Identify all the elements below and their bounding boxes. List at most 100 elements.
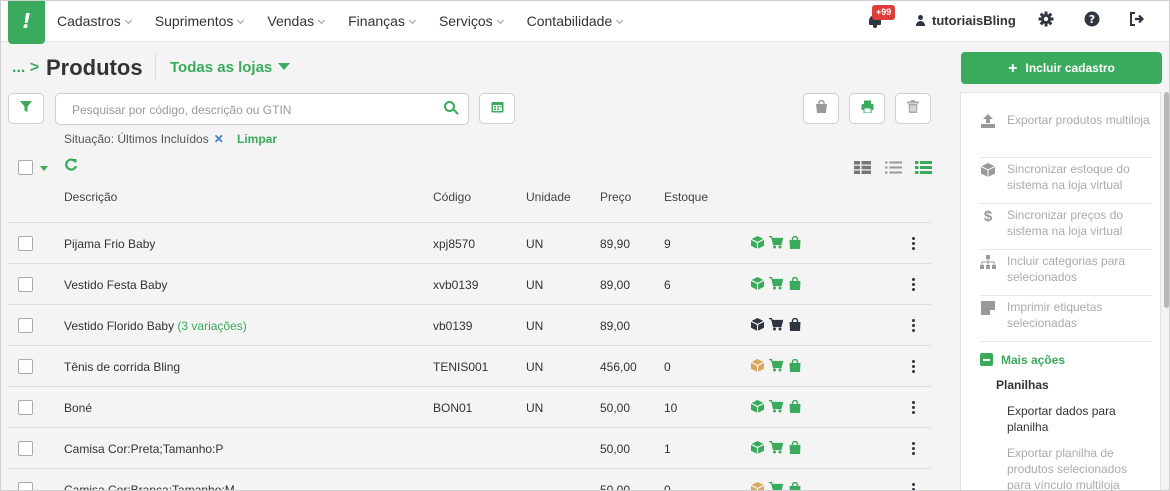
menu-contabilidade[interactable]: Contabilidade [527, 1, 624, 41]
select-all-checkbox[interactable] [18, 160, 33, 175]
shopping-bag-icon[interactable] [789, 276, 801, 290]
product-description[interactable]: Vestido Florido Baby (3 variações) [64, 319, 247, 333]
plus-icon: + [1008, 60, 1018, 77]
cart-icon[interactable] [769, 399, 784, 413]
column-header-description[interactable]: Descrição [64, 190, 117, 204]
calendar-button[interactable] [479, 93, 515, 124]
box-icon[interactable] [750, 359, 765, 372]
more-options-icon[interactable] [912, 483, 915, 490]
row-checkbox[interactable] [18, 236, 33, 251]
table-row[interactable]: Pijama Frio Baby xpj8570 UN 89,90 9 [7, 223, 931, 264]
search-icon[interactable] [444, 101, 459, 115]
cart-icon[interactable] [769, 317, 784, 331]
user-icon [915, 15, 926, 26]
product-price: 89,00 [600, 278, 631, 292]
breadcrumb[interactable]: ... > [12, 59, 39, 77]
product-description[interactable]: Tênis de corrida Bling [64, 360, 180, 374]
shopping-bag-button[interactable] [803, 93, 839, 124]
product-description[interactable]: Pijama Frio Baby [64, 237, 155, 251]
refresh-icon[interactable] [64, 158, 78, 177]
shopping-bag-icon[interactable] [789, 358, 801, 372]
grid-view-icon[interactable] [854, 161, 872, 175]
box-icon[interactable] [750, 236, 765, 249]
add-record-button[interactable]: + Incluir cadastro [961, 52, 1162, 84]
table-row[interactable]: Vestido Festa Baby xvb0139 UN 89,00 6 [7, 264, 931, 305]
cart-icon[interactable] [769, 235, 784, 249]
more-options-icon[interactable] [912, 237, 915, 250]
box-icon[interactable] [750, 277, 765, 290]
panel-scrollbar[interactable] [1164, 92, 1169, 308]
product-description[interactable]: Boné [64, 401, 92, 415]
menu-financas[interactable]: Finanças [348, 1, 416, 41]
row-checkbox[interactable] [18, 441, 33, 456]
shopping-bag-icon[interactable] [789, 235, 801, 249]
shopping-bag-icon[interactable] [789, 481, 801, 490]
more-options-icon[interactable] [912, 360, 915, 373]
clear-filter-link[interactable]: Limpar [237, 132, 277, 146]
column-header-unit[interactable]: Unidade [526, 190, 571, 204]
store-filter-dropdown[interactable]: Todas as lojas [170, 59, 291, 76]
table-row[interactable]: Boné BON01 UN 50,00 10 [7, 387, 931, 428]
more-actions-toggle[interactable]: Mais ações [980, 351, 1065, 367]
logout-icon[interactable] [1128, 11, 1146, 31]
action-sync-prices[interactable]: $ Sincronizar preços do sistema na loja … [980, 204, 1152, 250]
action-export-multistore[interactable]: Exportar produtos multiloja [980, 112, 1152, 158]
shopping-bag-icon[interactable] [789, 399, 801, 413]
box-icon[interactable] [750, 400, 765, 413]
action-print-labels[interactable]: Imprimir etiquetas selecionadas [980, 296, 1152, 342]
box-icon[interactable] [750, 318, 765, 331]
more-options-icon[interactable] [912, 401, 915, 414]
gear-icon[interactable] [1037, 11, 1055, 31]
help-icon[interactable]: ? [1083, 11, 1101, 31]
cart-icon[interactable] [769, 358, 784, 372]
menu-servicos[interactable]: Serviços [439, 1, 504, 41]
product-description[interactable]: Camisa Cor:Branca;Tamanho:M [64, 483, 235, 490]
column-header-stock[interactable]: Estoque [664, 190, 708, 204]
more-options-icon[interactable] [912, 442, 915, 455]
close-icon[interactable]: ✕ [214, 132, 224, 146]
chevron-down-icon [496, 16, 504, 25]
cart-icon[interactable] [769, 440, 784, 454]
product-code: BON01 [433, 401, 473, 415]
search-input[interactable]: Pesquisar por código, descrição ou GTIN [55, 93, 469, 125]
product-description[interactable]: Vestido Festa Baby [64, 278, 167, 292]
product-code: xpj8570 [433, 237, 476, 251]
delete-button[interactable] [895, 93, 931, 124]
row-checkbox[interactable] [18, 318, 33, 333]
row-checkbox[interactable] [18, 359, 33, 374]
export-sheet-link[interactable]: Exportar dados para planilha [1007, 403, 1147, 435]
shopping-bag-icon[interactable] [789, 317, 801, 331]
column-header-code[interactable]: Código [433, 190, 471, 204]
menu-cadastros[interactable]: Cadastros [57, 1, 132, 41]
table-row[interactable]: Tênis de corrida Bling TENIS001 UN 456,00 0 [7, 346, 931, 387]
variations-link[interactable]: (3 variações) [177, 319, 246, 333]
cart-icon[interactable] [769, 481, 784, 490]
menu-suprimentos[interactable]: Suprimentos [155, 1, 245, 41]
more-options-icon[interactable] [912, 278, 915, 291]
caret-down-icon[interactable] [40, 166, 48, 171]
product-price: 89,90 [600, 237, 631, 251]
product-description[interactable]: Camisa Cor:Preta;Tamanho:P [64, 442, 223, 456]
cart-icon[interactable] [769, 276, 784, 290]
action-sync-stock[interactable]: Sincronizar estoque do sistema na loja v… [980, 158, 1152, 204]
table-row[interactable]: Camisa Cor:Branca;Tamanho:M 50,00 0 [7, 469, 931, 490]
filter-button[interactable] [8, 93, 44, 124]
table-row[interactable]: Vestido Florido Baby (3 variações) vb0139… [7, 305, 931, 346]
box-icon[interactable] [750, 441, 765, 454]
print-button[interactable] [849, 93, 885, 124]
detailed-list-view-icon[interactable] [915, 161, 933, 175]
shopping-bag-icon[interactable] [789, 440, 801, 454]
list-view-icon[interactable] [885, 161, 903, 175]
row-checkbox[interactable] [18, 277, 33, 292]
action-include-categories[interactable]: Incluir categorias para selecionados [980, 250, 1152, 296]
export-multistore-sheet-link[interactable]: Exportar planilha de produtos selecionad… [1007, 445, 1147, 490]
column-header-price[interactable]: Preço [600, 190, 631, 204]
row-checkbox[interactable] [18, 400, 33, 415]
box-icon[interactable] [750, 482, 765, 490]
more-options-icon[interactable] [912, 319, 915, 332]
bling-logo[interactable]: ! [8, 1, 45, 44]
table-row[interactable]: Camisa Cor:Preta;Tamanho:P 50,00 1 [7, 428, 931, 469]
row-checkbox[interactable] [18, 482, 33, 490]
menu-vendas[interactable]: Vendas [267, 1, 326, 41]
user-menu[interactable]: tutoriaisBling [915, 1, 1016, 41]
